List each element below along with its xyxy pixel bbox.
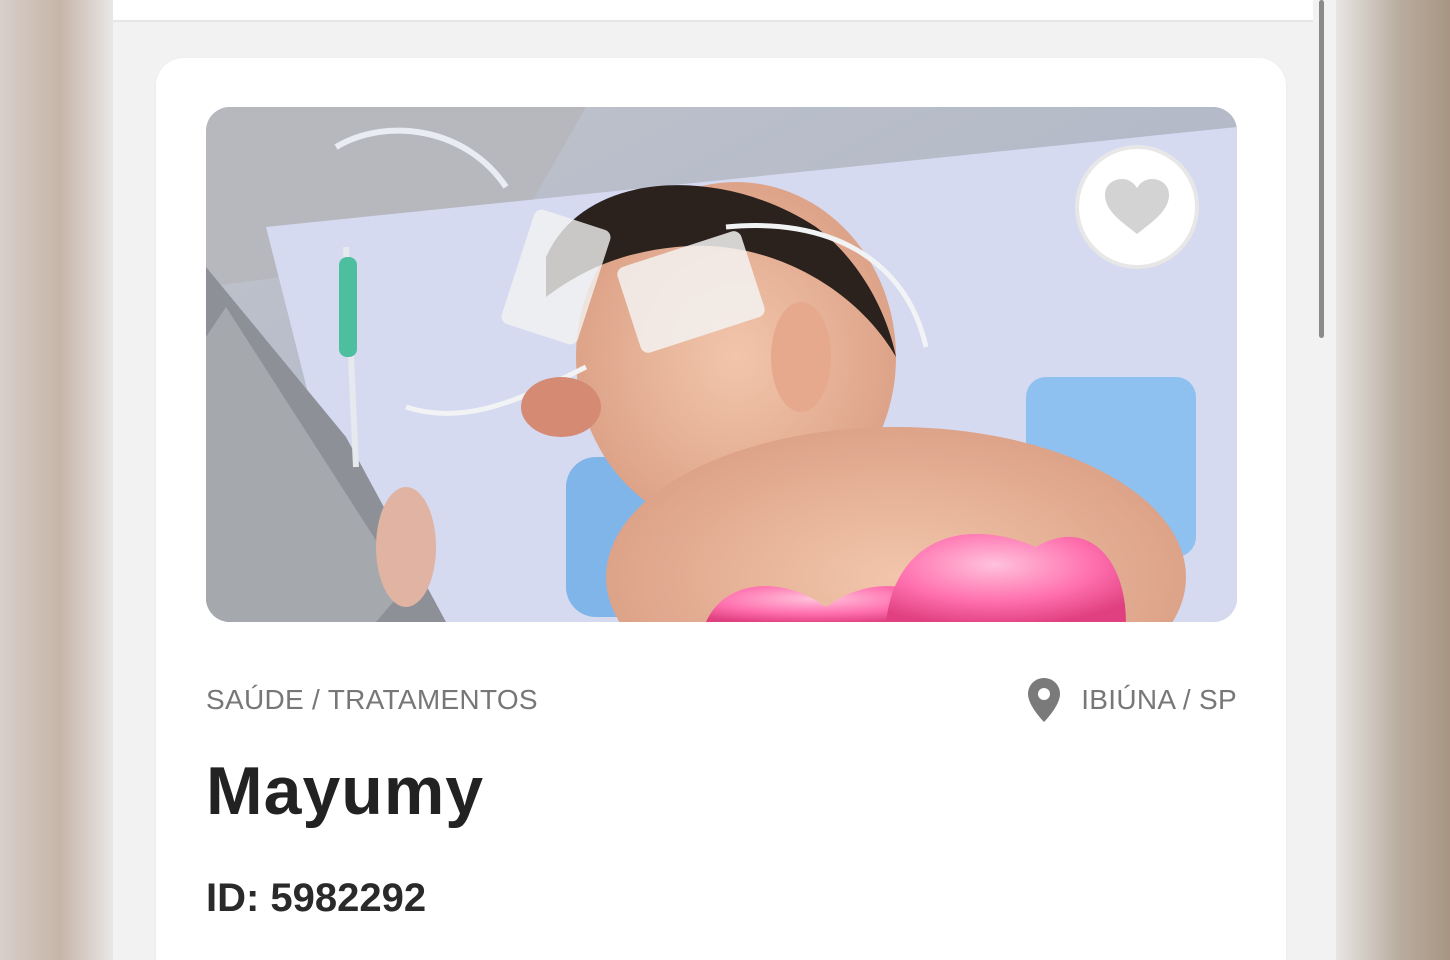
category-label[interactable]: SAÚDE / TRATAMENTOS [206,684,538,716]
location-label: IBIÚNA / SP [1081,684,1237,715]
favorite-button[interactable] [1075,145,1199,269]
campaign-photo[interactable] [206,107,1237,622]
top-bar [113,0,1313,22]
campaign-card[interactable]: SAÚDE / TRATAMENTOS IBIÚNA / SP Mayumy I… [156,58,1286,960]
campaign-title[interactable]: Mayumy [206,752,484,830]
location: IBIÚNA / SP [1027,677,1237,723]
map-pin-icon [1028,678,1061,722]
heart-icon [1105,179,1169,234]
campaign-meta: SAÚDE / TRATAMENTOS IBIÚNA / SP [206,677,1237,723]
app-viewport: SAÚDE / TRATAMENTOS IBIÚNA / SP Mayumy I… [113,0,1336,960]
campaign-id: ID: 5982292 [206,876,427,920]
scrollbar-thumb[interactable] [1319,0,1324,338]
